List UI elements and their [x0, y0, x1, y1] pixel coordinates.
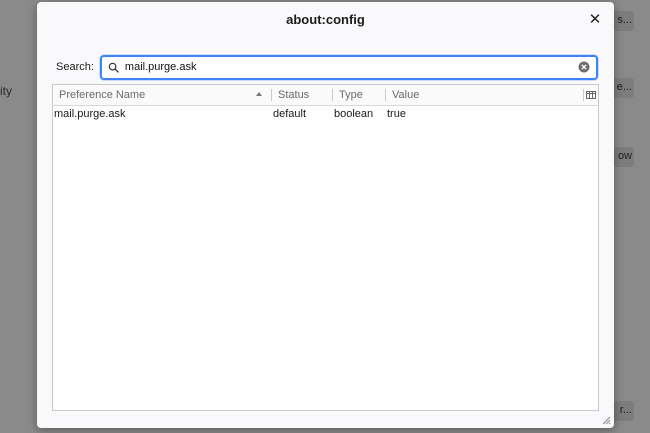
dialog-titlebar: about:config ✕ [37, 2, 614, 36]
cell-value: true [387, 108, 406, 120]
background-button-2: e... [612, 78, 634, 98]
column-header-value[interactable]: Value [386, 85, 586, 105]
search-row: Search: [56, 54, 598, 80]
column-header-preference-name[interactable]: Preference Name [53, 85, 272, 105]
background-button-3: ow [612, 147, 634, 167]
column-header-type[interactable]: Type [333, 85, 386, 105]
search-input[interactable] [124, 61, 578, 73]
cell-status: default [273, 108, 307, 120]
cell-preference-name: mail.purge.ask [54, 108, 126, 120]
resize-grip-icon[interactable] [601, 415, 611, 425]
background-button-1: s... [612, 11, 634, 31]
search-label: Search: [56, 61, 94, 73]
search-icon [108, 62, 119, 73]
column-header-status[interactable]: Status [272, 85, 333, 105]
column-header-label: Type [339, 89, 363, 101]
close-icon: ✕ [588, 11, 602, 28]
dialog-title: about:config [286, 11, 365, 27]
background-partial-text: ity [0, 84, 12, 98]
column-header-label: Status [278, 89, 310, 101]
sort-ascending-icon [256, 92, 262, 96]
cell-type: boolean [334, 108, 374, 120]
about-config-dialog: about:config ✕ Search: Preference Name [37, 2, 614, 428]
column-picker-icon[interactable] [586, 90, 596, 100]
column-separator [583, 89, 584, 101]
background-button-4: r... [612, 401, 634, 421]
preferences-table: Preference Name Status Type Value mail.p… [52, 84, 599, 411]
table-row[interactable]: mail.purge.ask default boolean true [53, 106, 598, 123]
search-box[interactable] [99, 54, 598, 80]
table-header: Preference Name Status Type Value [53, 85, 598, 106]
column-header-label: Value [392, 89, 420, 101]
close-button[interactable]: ✕ [586, 10, 604, 28]
column-header-label: Preference Name [59, 89, 146, 101]
clear-icon[interactable] [578, 61, 590, 73]
